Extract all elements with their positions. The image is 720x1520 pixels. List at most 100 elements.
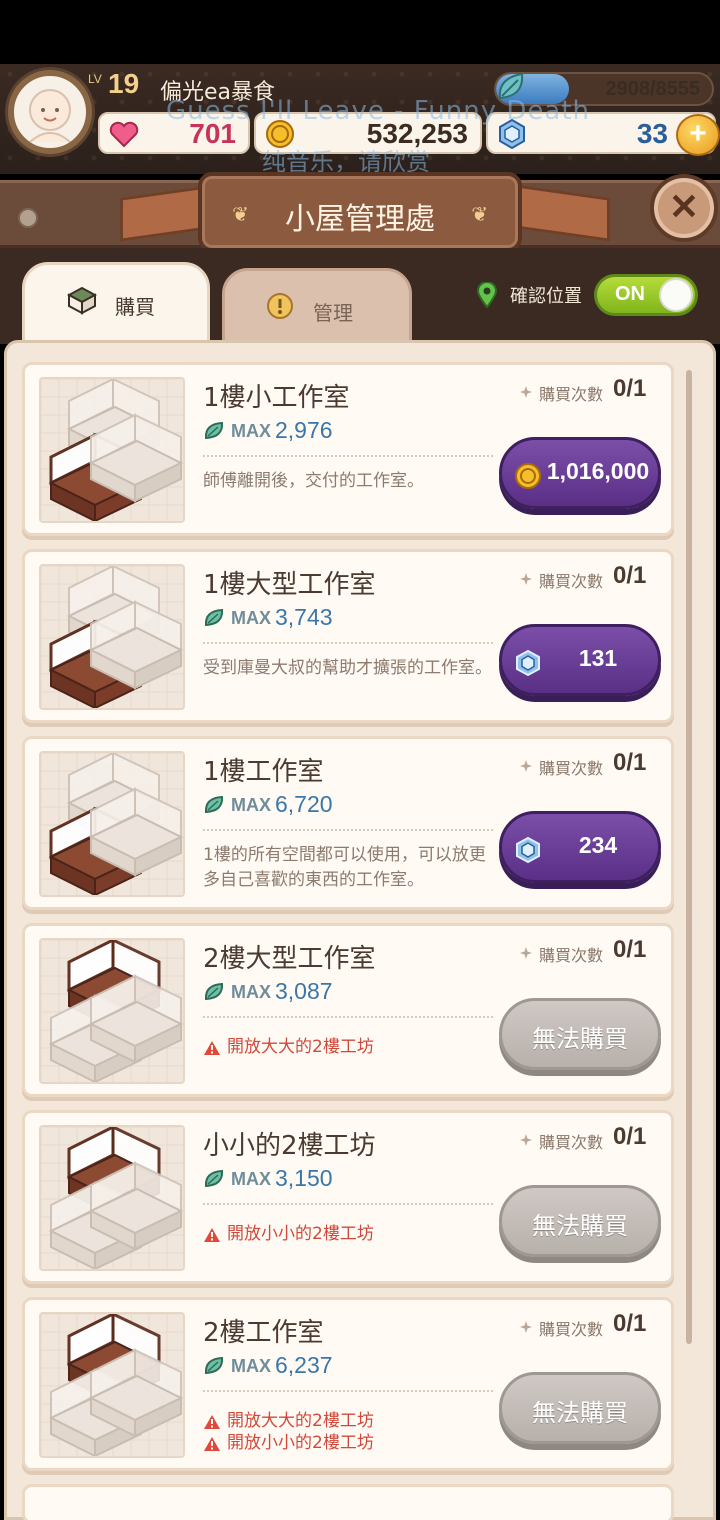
item-description: 受到庫曼大叔的幫助才擴張的工作室。 (203, 658, 492, 678)
requirement-text: 開放大大的2樓工坊 (227, 1411, 374, 1431)
unavailable-button[interactable]: 無法購買 (499, 1372, 661, 1444)
max-label: MAX (231, 795, 271, 815)
room-preview-icon (41, 1127, 183, 1269)
divider (203, 455, 493, 457)
divider (203, 1016, 493, 1018)
unavailable-button[interactable]: 無法購買 (499, 1185, 661, 1257)
leaf-icon (204, 795, 224, 814)
room-preview-icon (41, 940, 183, 1082)
unavailable-button[interactable]: 無法購買 (499, 998, 661, 1070)
price-value: 234 (578, 832, 618, 858)
item-name: 小小的2樓工坊 (203, 1131, 376, 1161)
max-value: 3,087 (275, 978, 333, 1004)
max-value: 3,150 (275, 1165, 333, 1191)
max-value: 6,720 (275, 791, 333, 817)
confirm-position-label: 確認位置 (510, 286, 582, 307)
item-name: 1樓工作室 (203, 757, 324, 787)
gem-icon (516, 649, 540, 677)
max-value: 2,976 (275, 417, 333, 443)
purchase-count-value: 0/1 (613, 936, 647, 963)
price-value: 131 (578, 645, 618, 671)
room-preview (39, 751, 185, 897)
gems-value: 33 (636, 118, 668, 149)
status-bar (0, 0, 720, 64)
title-plate: ❦ 小屋管理處 ❦ (198, 172, 522, 252)
buy-button[interactable]: 1,016,000 (499, 437, 661, 509)
leaf-icon (204, 982, 224, 1001)
warning-icon (204, 1415, 220, 1429)
purchase-count-label: 購買次數 (539, 572, 604, 591)
purchase-count-value: 0/1 (613, 1310, 647, 1337)
divider (203, 1390, 493, 1392)
tab-buy[interactable]: 購買 (22, 262, 210, 352)
unavailable-label: 無法購買 (532, 1212, 628, 1240)
location-pin-icon (476, 282, 498, 308)
max-label: MAX (231, 982, 271, 1002)
list-item: 1樓大型工作室 MAX 3,743 受到庫曼大叔的幫助才擴張的工作室。 購買次數 0/… (22, 549, 674, 723)
purchase-count-value: 0/1 (613, 1123, 647, 1150)
coin-icon (515, 463, 541, 489)
top-hud: LV 19 偏光ea暴食 2908/8555 701 532,253 33 + … (0, 64, 720, 176)
buy-button[interactable]: 234 (499, 811, 661, 883)
room-preview (39, 1125, 185, 1271)
list-item: 2樓工作室 MAX 6,237 開放大大的2樓工坊 開放小小的2樓工坊 購買次數 0… (22, 1297, 674, 1471)
item-name: 1樓小工作室 (203, 383, 350, 413)
warning-icon (204, 1437, 220, 1451)
scrollbar[interactable] (686, 370, 692, 1344)
add-gems-button[interactable]: + (676, 114, 720, 156)
sparkle-icon (520, 1321, 532, 1333)
item-description: 1樓的所有空間都可以使用，可以放更多自己喜歡的東西的工作室。 (203, 845, 486, 890)
warning-icon (204, 1041, 220, 1055)
room-preview (39, 1312, 185, 1458)
sparkle-icon (520, 947, 532, 959)
tab-buy-label: 購買 (115, 295, 155, 319)
house-box-icon (67, 286, 97, 315)
buy-button[interactable]: 131 (499, 624, 661, 696)
music-overlay-title: Guess I'll Leave - Funny Death (166, 96, 590, 126)
leaf-ornament-icon: ❦ (471, 202, 488, 226)
purchase-count-value: 0/1 (613, 749, 647, 776)
item-name: 2樓工作室 (203, 1318, 324, 1348)
room-preview-icon (41, 566, 183, 708)
room-preview-icon (41, 1314, 183, 1456)
purchase-count-label: 購買次數 (539, 759, 604, 778)
exclamation-icon (267, 293, 293, 319)
purchase-count-label: 購買次數 (539, 946, 604, 965)
bolt-icon (18, 208, 38, 228)
item-name: 1樓大型工作室 (203, 570, 376, 600)
max-label: MAX (231, 421, 271, 441)
item-description: 師傅離開後，交付的工作室。 (203, 471, 424, 491)
unavailable-label: 無法購買 (532, 1399, 628, 1427)
max-label: MAX (231, 608, 271, 628)
level-value: 19 (108, 68, 140, 99)
leaf-icon (204, 1356, 224, 1375)
list-item: 2樓大型工作室 MAX 3,087 開放大大的2樓工坊 購買次數 0/1 無法購買 (22, 923, 674, 1097)
room-preview (39, 564, 185, 710)
toggle-knob (659, 278, 693, 312)
purchase-count-value: 0/1 (613, 375, 647, 402)
sparkle-icon (520, 573, 532, 585)
purchase-count-value: 0/1 (613, 562, 647, 589)
requirement-text: 開放小小的2樓工坊 (227, 1433, 374, 1453)
price-value: 1,016,000 (546, 458, 650, 484)
room-preview (39, 938, 185, 1084)
close-button[interactable]: ✕ (650, 174, 718, 242)
player-avatar[interactable] (8, 70, 92, 154)
leaf-icon (204, 421, 224, 440)
list-item: 1樓小工作室 MAX 2,976 師傅離開後，交付的工作室。 購買次數 0/1 1,0… (22, 362, 674, 536)
item-name: 2樓大型工作室 (203, 944, 376, 974)
toggle-state: ON (615, 283, 645, 305)
list-item: 1樓工作室 MAX 6,720 1樓的所有空間都可以使用，可以放更多自己喜歡的東西… (22, 736, 674, 910)
divider (203, 829, 493, 831)
sparkle-icon (520, 760, 532, 772)
purchase-count-label: 購買次數 (539, 385, 604, 404)
list-item: 小小的2樓工坊 MAX 3,150 開放小小的2樓工坊 購買次數 0/1 無法購買 (22, 1110, 674, 1284)
tab-manage-label: 管理 (313, 301, 353, 325)
requirement-text: 開放大大的2樓工坊 (227, 1037, 374, 1057)
room-preview-icon (41, 379, 183, 521)
confirm-position-toggle[interactable]: ON (594, 274, 698, 316)
max-value: 6,237 (275, 1352, 333, 1378)
purchase-count-label: 購買次數 (539, 1133, 604, 1152)
warning-icon (204, 1228, 220, 1242)
leaf-icon (204, 1169, 224, 1188)
